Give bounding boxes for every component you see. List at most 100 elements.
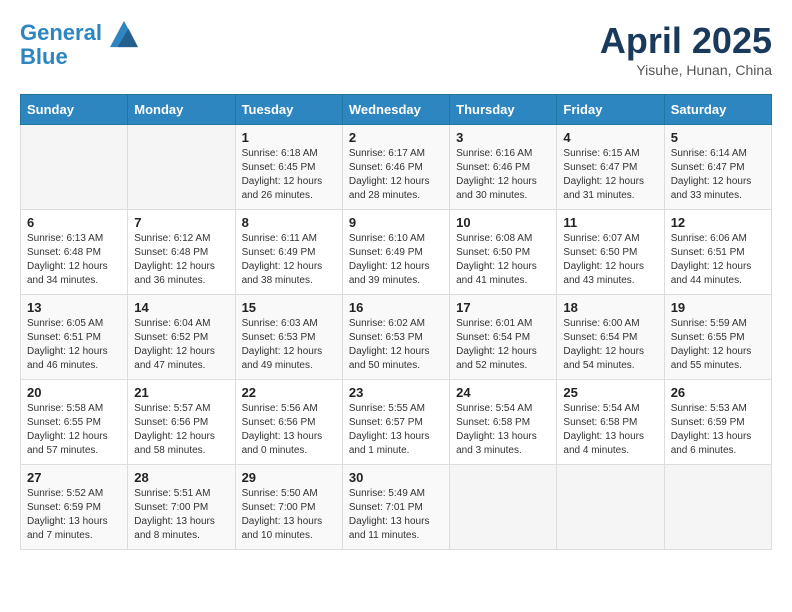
day-number: 6: [27, 215, 121, 230]
day-number: 10: [456, 215, 550, 230]
day-detail: Sunrise: 6:11 AM Sunset: 6:49 PM Dayligh…: [242, 232, 336, 288]
day-number: 30: [349, 470, 443, 485]
calendar-cell: 16 Sunrise: 6:02 AM Sunset: 6:53 PM Dayli…: [342, 295, 449, 380]
weekday-header-friday: Friday: [557, 95, 664, 125]
calendar-cell: 7 Sunrise: 6:12 AM Sunset: 6:48 PM Daylig…: [128, 210, 235, 295]
day-number: 9: [349, 215, 443, 230]
day-detail: Sunrise: 6:18 AM Sunset: 6:45 PM Dayligh…: [242, 147, 336, 203]
day-detail: Sunrise: 5:55 AM Sunset: 6:57 PM Dayligh…: [349, 402, 443, 458]
calendar-cell: 9 Sunrise: 6:10 AM Sunset: 6:49 PM Daylig…: [342, 210, 449, 295]
day-number: 5: [671, 130, 765, 145]
calendar-cell: 8 Sunrise: 6:11 AM Sunset: 6:49 PM Daylig…: [235, 210, 342, 295]
week-row-3: 13 Sunrise: 6:05 AM Sunset: 6:51 PM Dayli…: [21, 295, 772, 380]
day-number: 29: [242, 470, 336, 485]
day-detail: Sunrise: 5:58 AM Sunset: 6:55 PM Dayligh…: [27, 402, 121, 458]
calendar-table: SundayMondayTuesdayWednesdayThursdayFrid…: [20, 94, 772, 550]
day-detail: Sunrise: 6:06 AM Sunset: 6:51 PM Dayligh…: [671, 232, 765, 288]
day-number: 23: [349, 385, 443, 400]
day-number: 24: [456, 385, 550, 400]
calendar-cell: 30 Sunrise: 5:49 AM Sunset: 7:01 PM Dayli…: [342, 465, 449, 550]
day-detail: Sunrise: 6:07 AM Sunset: 6:50 PM Dayligh…: [563, 232, 657, 288]
calendar-cell: 3Sunrise: 6:16 AM Sunset: 6:46 PM Daylig…: [450, 125, 557, 210]
calendar-cell: 24Sunrise: 5:54 AM Sunset: 6:58 PM Dayli…: [450, 380, 557, 465]
calendar-cell: 15 Sunrise: 6:03 AM Sunset: 6:53 PM Dayli…: [235, 295, 342, 380]
day-number: 16: [349, 300, 443, 315]
week-row-1: 1 Sunrise: 6:18 AM Sunset: 6:45 PM Daylig…: [21, 125, 772, 210]
day-number: 27: [27, 470, 121, 485]
day-number: 26: [671, 385, 765, 400]
day-detail: Sunrise: 6:17 AM Sunset: 6:46 PM Dayligh…: [349, 147, 443, 203]
day-number: 2: [349, 130, 443, 145]
week-row-2: 6 Sunrise: 6:13 AM Sunset: 6:48 PM Daylig…: [21, 210, 772, 295]
day-number: 22: [242, 385, 336, 400]
calendar-body: 1 Sunrise: 6:18 AM Sunset: 6:45 PM Daylig…: [21, 125, 772, 550]
day-detail: Sunrise: 6:04 AM Sunset: 6:52 PM Dayligh…: [134, 317, 228, 373]
day-detail: Sunrise: 5:52 AM Sunset: 6:59 PM Dayligh…: [27, 487, 121, 543]
day-number: 25: [563, 385, 657, 400]
day-detail: Sunrise: 6:13 AM Sunset: 6:48 PM Dayligh…: [27, 232, 121, 288]
calendar-cell: [450, 465, 557, 550]
weekday-header-thursday: Thursday: [450, 95, 557, 125]
day-number: 28: [134, 470, 228, 485]
calendar-cell: 19 Sunrise: 5:59 AM Sunset: 6:55 PM Dayli…: [664, 295, 771, 380]
calendar-cell: 25Sunrise: 5:54 AM Sunset: 6:58 PM Dayli…: [557, 380, 664, 465]
day-detail: Sunrise: 6:03 AM Sunset: 6:53 PM Dayligh…: [242, 317, 336, 373]
day-detail: Sunrise: 6:01 AM Sunset: 6:54 PM Dayligh…: [456, 317, 550, 373]
day-detail: Sunrise: 5:56 AM Sunset: 6:56 PM Dayligh…: [242, 402, 336, 458]
week-row-4: 20 Sunrise: 5:58 AM Sunset: 6:55 PM Dayli…: [21, 380, 772, 465]
location-subtitle: Yisuhe, Hunan, China: [600, 62, 772, 78]
day-detail: Sunrise: 6:12 AM Sunset: 6:48 PM Dayligh…: [134, 232, 228, 288]
day-detail: Sunrise: 6:14 AM Sunset: 6:47 PM Dayligh…: [671, 147, 765, 203]
calendar-cell: 26Sunrise: 5:53 AM Sunset: 6:59 PM Dayli…: [664, 380, 771, 465]
day-number: 20: [27, 385, 121, 400]
weekday-header-monday: Monday: [128, 95, 235, 125]
day-detail: Sunrise: 6:15 AM Sunset: 6:47 PM Dayligh…: [563, 147, 657, 203]
day-detail: Sunrise: 5:50 AM Sunset: 7:00 PM Dayligh…: [242, 487, 336, 543]
day-number: 15: [242, 300, 336, 315]
calendar-cell: [557, 465, 664, 550]
calendar-cell: 14 Sunrise: 6:04 AM Sunset: 6:52 PM Dayli…: [128, 295, 235, 380]
weekday-header-wednesday: Wednesday: [342, 95, 449, 125]
day-detail: Sunrise: 6:00 AM Sunset: 6:54 PM Dayligh…: [563, 317, 657, 373]
day-detail: Sunrise: 6:16 AM Sunset: 6:46 PM Dayligh…: [456, 147, 550, 203]
logo: General Blue: [20, 20, 138, 70]
calendar-cell: 4 Sunrise: 6:15 AM Sunset: 6:47 PM Daylig…: [557, 125, 664, 210]
calendar-cell: 28 Sunrise: 5:51 AM Sunset: 7:00 PM Dayli…: [128, 465, 235, 550]
week-row-5: 27 Sunrise: 5:52 AM Sunset: 6:59 PM Dayli…: [21, 465, 772, 550]
day-number: 13: [27, 300, 121, 315]
calendar-cell: 23 Sunrise: 5:55 AM Sunset: 6:57 PM Dayli…: [342, 380, 449, 465]
calendar-cell: 22 Sunrise: 5:56 AM Sunset: 6:56 PM Dayli…: [235, 380, 342, 465]
day-detail: Sunrise: 6:08 AM Sunset: 6:50 PM Dayligh…: [456, 232, 550, 288]
calendar-cell: 13 Sunrise: 6:05 AM Sunset: 6:51 PM Dayli…: [21, 295, 128, 380]
day-number: 18: [563, 300, 657, 315]
day-number: 12: [671, 215, 765, 230]
day-detail: Sunrise: 5:49 AM Sunset: 7:01 PM Dayligh…: [349, 487, 443, 543]
day-number: 17: [456, 300, 550, 315]
day-number: 21: [134, 385, 228, 400]
calendar-cell: 20 Sunrise: 5:58 AM Sunset: 6:55 PM Dayli…: [21, 380, 128, 465]
weekday-header-saturday: Saturday: [664, 95, 771, 125]
day-number: 4: [563, 130, 657, 145]
day-number: 1: [242, 130, 336, 145]
day-detail: Sunrise: 5:59 AM Sunset: 6:55 PM Dayligh…: [671, 317, 765, 373]
calendar-cell: [664, 465, 771, 550]
calendar-cell: 2 Sunrise: 6:17 AM Sunset: 6:46 PM Daylig…: [342, 125, 449, 210]
calendar-cell: 17 Sunrise: 6:01 AM Sunset: 6:54 PM Dayli…: [450, 295, 557, 380]
day-detail: Sunrise: 5:57 AM Sunset: 6:56 PM Dayligh…: [134, 402, 228, 458]
day-number: 19: [671, 300, 765, 315]
month-title: April 2025: [600, 20, 772, 62]
day-number: 7: [134, 215, 228, 230]
day-detail: Sunrise: 6:02 AM Sunset: 6:53 PM Dayligh…: [349, 317, 443, 373]
day-detail: Sunrise: 6:05 AM Sunset: 6:51 PM Dayligh…: [27, 317, 121, 373]
day-number: 8: [242, 215, 336, 230]
day-detail: Sunrise: 5:51 AM Sunset: 7:00 PM Dayligh…: [134, 487, 228, 543]
calendar-cell: 29 Sunrise: 5:50 AM Sunset: 7:00 PM Dayli…: [235, 465, 342, 550]
calendar-cell: 27 Sunrise: 5:52 AM Sunset: 6:59 PM Dayli…: [21, 465, 128, 550]
page-header: General Blue April 2025 Yisuhe, Hunan, C…: [20, 20, 772, 78]
day-detail: Sunrise: 6:10 AM Sunset: 6:49 PM Dayligh…: [349, 232, 443, 288]
calendar-cell: 11 Sunrise: 6:07 AM Sunset: 6:50 PM Dayli…: [557, 210, 664, 295]
weekday-header-row: SundayMondayTuesdayWednesdayThursdayFrid…: [21, 95, 772, 125]
calendar-cell: [21, 125, 128, 210]
day-number: 11: [563, 215, 657, 230]
day-number: 14: [134, 300, 228, 315]
